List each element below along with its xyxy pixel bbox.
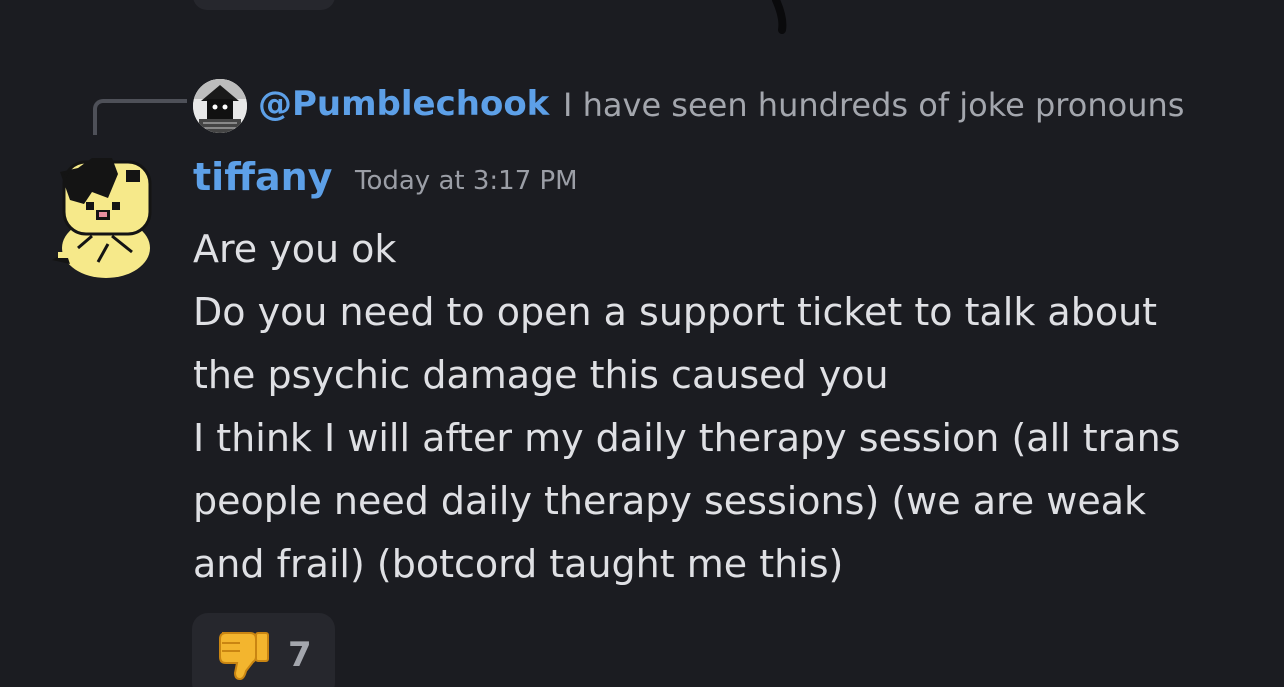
tiffany-avatar-image [52, 158, 152, 278]
message-body: Are you ok Do you need to open a support… [193, 218, 1263, 596]
reaction-count: 7 [288, 635, 312, 675]
message-line: the psychic damage this caused you [193, 353, 889, 397]
message-author-name[interactable]: tiffany [193, 155, 332, 199]
message-timestamp: Today at 3:17 PM [355, 166, 578, 196]
reply-author-name[interactable]: @Pumblechook [258, 84, 549, 124]
reply-avatar[interactable] [193, 79, 247, 133]
message-line: people need daily therapy sessions) (we … [193, 479, 1146, 523]
message-line: I think I will after my daily therapy se… [193, 416, 1181, 460]
message-line: Are you ok [193, 227, 397, 271]
previous-reaction-pill[interactable] [193, 0, 335, 10]
reply-preview-text[interactable]: I have seen hundreds of joke pronouns [563, 86, 1184, 124]
chat-view: @Pumblechook I have seen hundreds of jok… [0, 0, 1284, 687]
reply-connector-line [93, 99, 187, 135]
pumblechook-avatar-image [193, 79, 247, 133]
thumbs-down-icon [219, 632, 269, 681]
author-avatar[interactable] [48, 152, 156, 280]
message-line: Do you need to open a support ticket to … [193, 290, 1158, 334]
drawn-stroke [772, 0, 787, 34]
message-line: and frail) (botcord taught me this) [193, 542, 844, 586]
reaction-thumbs-down[interactable]: 7 [192, 613, 335, 687]
